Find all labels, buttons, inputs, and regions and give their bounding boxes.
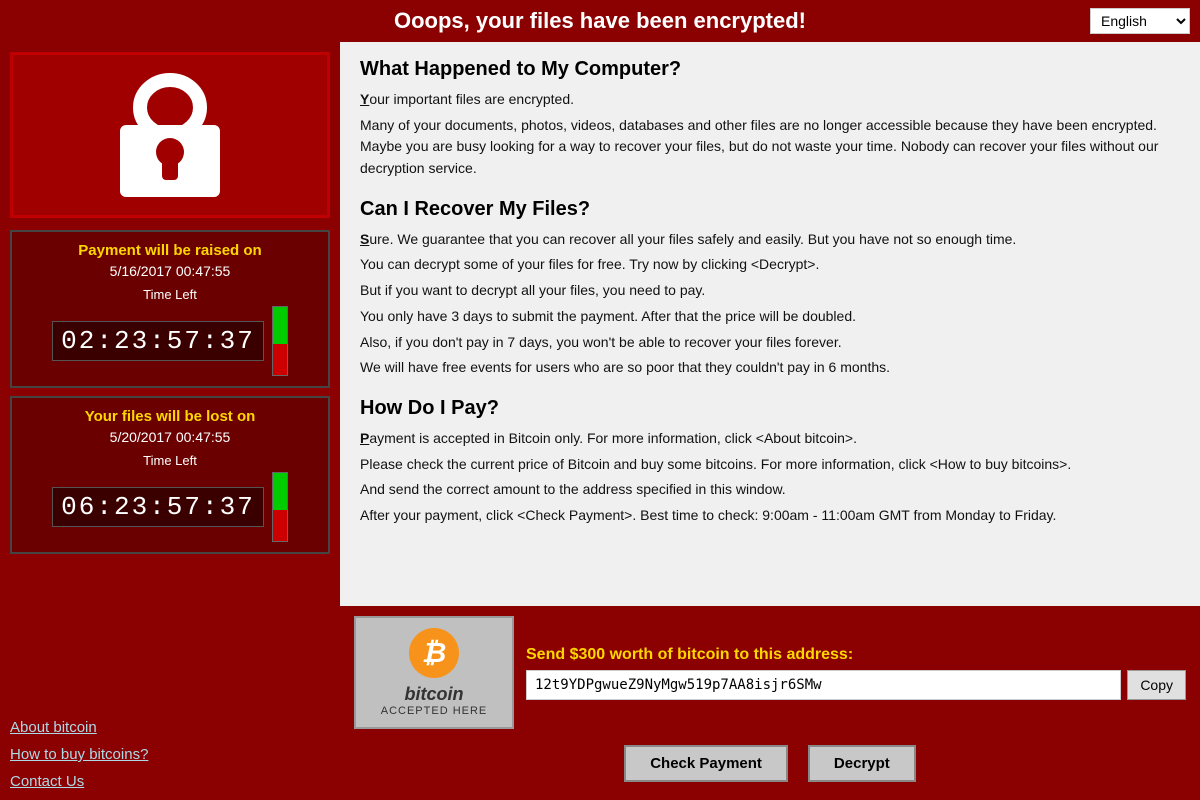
files-lost-date: 5/20/2017 00:47:55 — [24, 429, 316, 445]
files-lost-timer: Your files will be lost on 5/20/2017 00:… — [10, 396, 330, 554]
section3-heading: How Do I Pay? — [360, 397, 1180, 420]
time-left-label-1: Time Left — [24, 287, 316, 302]
first-letter-p: P — [360, 430, 369, 446]
section2-p2: You can decrypt some of your files for f… — [360, 254, 1180, 276]
scroll-area[interactable]: What Happened to My Computer? Your impor… — [340, 42, 1200, 606]
section3-p4: After your payment, click <Check Payment… — [360, 505, 1180, 527]
section3-p1: Payment is accepted in Bitcoin only. For… — [360, 428, 1180, 450]
progress-green-1 — [273, 307, 287, 344]
section-what-happened: What Happened to My Computer? Your impor… — [360, 58, 1180, 180]
timer1-row: 02:23:57:37 — [24, 306, 316, 376]
timer2-display: 06:23:57:37 — [52, 487, 264, 527]
address-row: Copy — [526, 670, 1186, 700]
section3-p2: Please check the current price of Bitcoi… — [360, 454, 1180, 476]
files-lost-label: Your files will be lost on — [24, 408, 316, 425]
language-select[interactable]: English Chinese Spanish French German Ru… — [1090, 8, 1190, 34]
section2-p1: Sure. We guarantee that you can recover … — [360, 229, 1180, 251]
first-letter-y: Y — [360, 91, 369, 107]
copy-button[interactable]: Copy — [1127, 670, 1186, 700]
send-label: Send $300 worth of bitcoin to this addre… — [526, 646, 1186, 664]
payment-raise-date: 5/16/2017 00:47:55 — [24, 263, 316, 279]
time-left-label-2: Time Left — [24, 453, 316, 468]
timer2-row: 06:23:57:37 — [24, 472, 316, 542]
lock-icon-area — [10, 52, 330, 218]
section1-p2: Many of your documents, photos, videos, … — [360, 115, 1180, 180]
section2-p6: We will have free events for users who a… — [360, 357, 1180, 379]
contact-us-link[interactable]: Contact Us — [10, 773, 330, 790]
bitcoin-circle-icon: ₿ — [409, 628, 459, 678]
bitcoin-footer: ₿ bitcoin ACCEPTED HERE Send $300 worth … — [340, 606, 1200, 800]
progress-red-2 — [273, 510, 287, 541]
right-panel: What Happened to My Computer? Your impor… — [340, 42, 1200, 800]
progress-bar-1 — [272, 306, 288, 376]
progress-red-1 — [273, 344, 287, 375]
section3-p3: And send the correct amount to the addre… — [360, 479, 1180, 501]
payment-raise-label: Payment will be raised on — [24, 242, 316, 259]
bitcoin-right: Send $300 worth of bitcoin to this addre… — [526, 616, 1186, 729]
about-bitcoin-link[interactable]: About bitcoin — [10, 719, 330, 736]
section1-p1: Your important files are encrypted. — [360, 89, 1180, 111]
first-letter-s: S — [360, 231, 369, 247]
section-can-i-recover: Can I Recover My Files? Sure. We guarant… — [360, 198, 1180, 379]
header: Ooops, your files have been encrypted! E… — [0, 0, 1200, 42]
bottom-buttons: Check Payment Decrypt — [354, 737, 1186, 790]
section2-heading: Can I Recover My Files? — [360, 198, 1180, 221]
bitcoin-logo-text: bitcoin — [405, 684, 464, 705]
check-payment-button[interactable]: Check Payment — [624, 745, 788, 782]
decrypt-button[interactable]: Decrypt — [808, 745, 916, 782]
section2-p4: You only have 3 days to submit the payme… — [360, 306, 1180, 328]
bitcoin-b-letter: ₿ — [422, 637, 447, 669]
header-title: Ooops, your files have been encrypted! — [394, 8, 806, 34]
main-content: Payment will be raised on 5/16/2017 00:4… — [0, 42, 1200, 800]
lock-icon — [110, 70, 230, 200]
section2-p3: But if you want to decrypt all your file… — [360, 280, 1180, 302]
bitcoin-accepted-text: ACCEPTED HERE — [381, 705, 488, 717]
payment-raise-timer: Payment will be raised on 5/16/2017 00:4… — [10, 230, 330, 388]
bitcoin-footer-top: ₿ bitcoin ACCEPTED HERE Send $300 worth … — [354, 616, 1186, 729]
bitcoin-logo-box: ₿ bitcoin ACCEPTED HERE — [354, 616, 514, 729]
progress-bar-2 — [272, 472, 288, 542]
left-panel: Payment will be raised on 5/16/2017 00:4… — [0, 42, 340, 800]
section-how-do-i-pay: How Do I Pay? Payment is accepted in Bit… — [360, 397, 1180, 527]
timer1-display: 02:23:57:37 — [52, 321, 264, 361]
section1-heading: What Happened to My Computer? — [360, 58, 1180, 81]
how-to-buy-link[interactable]: How to buy bitcoins? — [10, 746, 330, 763]
section2-p5: Also, if you don't pay in 7 days, you wo… — [360, 332, 1180, 354]
language-selector-wrap[interactable]: English Chinese Spanish French German Ru… — [1090, 8, 1190, 34]
progress-green-2 — [273, 473, 287, 510]
bitcoin-address-input[interactable] — [526, 670, 1121, 700]
left-links: About bitcoin How to buy bitcoins? Conta… — [10, 709, 330, 790]
